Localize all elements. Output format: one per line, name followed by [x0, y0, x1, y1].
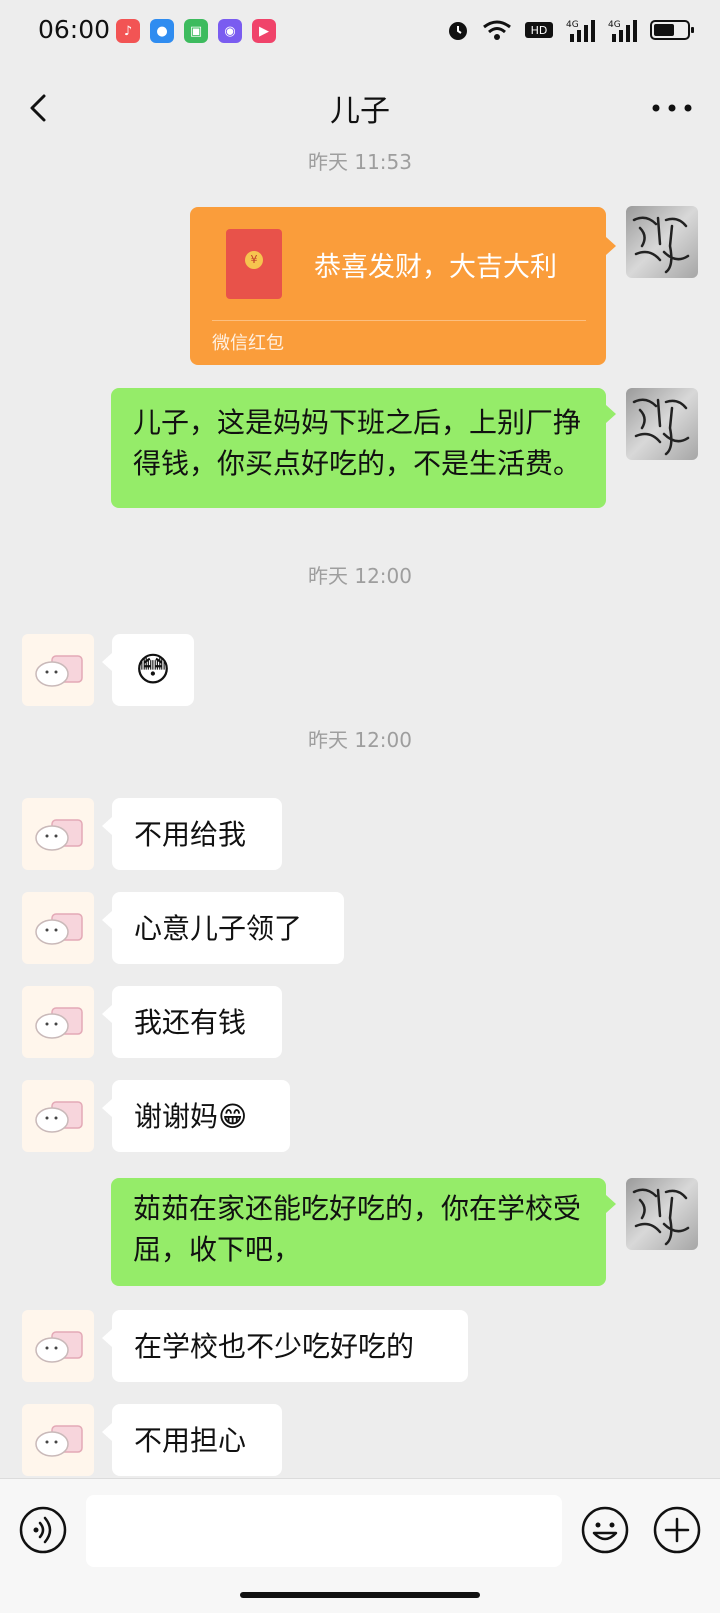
music-app-icon: ♪ — [116, 19, 140, 43]
message-text: 儿子，这是妈妈下班之后，上别厂挣得钱，你买点好吃的，不是生活费。 — [133, 406, 582, 480]
home-indicator[interactable] — [240, 1592, 480, 1598]
cartoon-avatar-icon — [35, 913, 83, 945]
status-indicators: HD 4G 4G — [446, 18, 696, 42]
hd-voice-icon: HD — [525, 22, 553, 38]
contact-avatar[interactable] — [22, 634, 94, 706]
svg-text:4G: 4G — [608, 20, 621, 30]
contact-avatar[interactable] — [22, 892, 94, 964]
browser-app-icon: ● — [150, 19, 174, 43]
red-packet-message[interactable]: ¥ 恭喜发财，大吉大利 微信红包 — [190, 207, 606, 365]
message-text: 我还有钱 — [134, 1005, 247, 1039]
contact-avatar[interactable] — [22, 1404, 94, 1476]
my-avatar[interactable] — [626, 388, 698, 460]
chat-title: 儿子 — [330, 94, 390, 129]
my-avatar[interactable] — [626, 1178, 698, 1250]
divider — [212, 320, 586, 321]
message-text: 茹茹在家还能吃好吃的，你在学校受屈，收下吧， — [133, 1192, 582, 1266]
message-bubble-other[interactable]: 不用给我 — [112, 798, 282, 870]
message-bubble-other[interactable]: 心意儿子领了 — [112, 892, 344, 964]
bubble-tail — [102, 1099, 112, 1117]
bubble-tail — [606, 405, 616, 423]
camera-app-icon: ◉ — [218, 19, 242, 43]
alarm-icon — [449, 22, 467, 40]
timestamp: 昨天 12:00 — [308, 564, 412, 588]
bubble-tail — [102, 817, 112, 835]
message-bubble-other[interactable]: 我还有钱 — [112, 986, 282, 1058]
message-bubble-other[interactable]: 不用担心 — [112, 1404, 282, 1476]
red-packet-label: 微信红包 — [212, 333, 284, 354]
emoji-icon[interactable] — [580, 1505, 630, 1555]
flushed-face-emoji: 😳 — [135, 649, 171, 690]
message-bubble-other[interactable]: 😳 — [112, 634, 194, 706]
cartoon-avatar-icon — [35, 819, 83, 851]
message-bubble-self[interactable]: 茹茹在家还能吃好吃的，你在学校受屈，收下吧， — [111, 1178, 606, 1286]
battery-icon — [650, 20, 694, 40]
bubble-tail — [102, 911, 112, 929]
bubble-tail — [606, 1195, 616, 1213]
cartoon-avatar-icon — [35, 1007, 83, 1039]
message-text: 谢谢妈😁 — [134, 1099, 248, 1133]
red-packet-icon: ¥ — [226, 229, 282, 299]
timestamp: 昨天 11:53 — [308, 150, 412, 174]
message-text: 不用担心 — [134, 1423, 247, 1457]
plus-icon[interactable] — [652, 1505, 702, 1555]
bubble-tail — [102, 1005, 112, 1023]
cartoon-avatar-icon — [35, 655, 83, 687]
message-bubble-self[interactable]: 儿子，这是妈妈下班之后，上别厂挣得钱，你买点好吃的，不是生活费。 — [111, 388, 606, 508]
contact-avatar[interactable] — [22, 798, 94, 870]
cartoon-avatar-icon — [35, 1331, 83, 1363]
signal-4g-icon: 4G — [566, 20, 595, 42]
more-options-icon[interactable] — [646, 90, 698, 126]
cartoon-avatar-icon — [35, 1101, 83, 1133]
contact-avatar[interactable] — [22, 1310, 94, 1382]
status-app-icons: ♪ ● ▣ ◉ ▶ — [116, 19, 276, 43]
cartoon-avatar-icon — [35, 1425, 83, 1457]
bubble-tail — [102, 1423, 112, 1441]
coin-icon: ¥ — [245, 251, 263, 269]
red-packet-greeting: 恭喜发财，大吉大利 — [314, 252, 557, 283]
calligraphy-avatar-icon — [632, 1188, 690, 1246]
video-app-icon: ▶ — [252, 19, 276, 43]
calligraphy-avatar-icon — [632, 216, 690, 274]
message-input[interactable] — [86, 1495, 562, 1567]
voice-input-icon[interactable] — [18, 1505, 68, 1555]
message-text: 心意儿子领了 — [134, 911, 303, 945]
message-text: 在学校也不少吃好吃的 — [134, 1329, 415, 1363]
bubble-tail — [102, 653, 112, 671]
contact-avatar[interactable] — [22, 1080, 94, 1152]
signal-4g-icon: 4G — [608, 20, 637, 42]
timestamp: 昨天 12:00 — [308, 728, 412, 752]
bubble-tail — [102, 1329, 112, 1347]
chat-message-list[interactable]: 昨天 11:53 ¥ 恭喜发财，大吉大利 微信红包 儿子，这是妈妈下班之后，上别… — [0, 140, 720, 1478]
bubble-tail — [606, 237, 616, 255]
wifi-icon — [483, 20, 511, 40]
svg-text:HD: HD — [531, 24, 548, 37]
status-bar: 06:00 ♪ ● ▣ ◉ ▶ HD 4G 4G — [0, 0, 720, 66]
message-bubble-other[interactable]: 谢谢妈😁 — [112, 1080, 290, 1152]
message-bubble-other[interactable]: 在学校也不少吃好吃的 — [112, 1310, 468, 1382]
svg-text:4G: 4G — [566, 20, 579, 30]
android-app-icon: ▣ — [184, 19, 208, 43]
my-avatar[interactable] — [626, 206, 698, 278]
calligraphy-avatar-icon — [632, 398, 690, 456]
message-text: 不用给我 — [134, 817, 247, 851]
status-time: 06:00 — [38, 15, 111, 44]
contact-avatar[interactable] — [22, 986, 94, 1058]
